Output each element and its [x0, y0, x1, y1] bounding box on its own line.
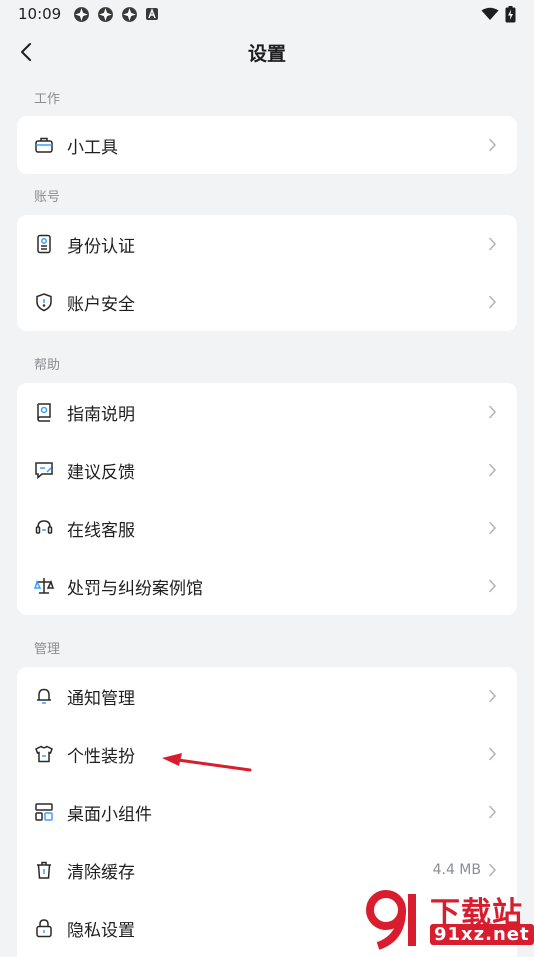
annotation-arrow-icon — [162, 753, 252, 772]
settings-item-tools[interactable]: 小工具 — [17, 116, 517, 174]
page-title: 设置 — [247, 42, 286, 65]
card-work: 小工具 — [17, 116, 517, 174]
status-time: 10:09 — [18, 5, 62, 23]
settings-item-label: 桌面小组件 — [67, 804, 152, 825]
settings-item-label: 在线客服 — [67, 520, 135, 541]
shirt-icon — [33, 743, 55, 765]
chevron-right-icon — [485, 405, 499, 419]
chevron-right-icon — [485, 863, 499, 877]
nav-bar: 设置 — [0, 28, 534, 76]
cache-size-value: 4.4 MB — [432, 862, 481, 878]
chevron-right-icon — [485, 579, 499, 593]
watermark: 下载站 91xz.net — [360, 888, 534, 950]
settings-item-label: 处罚与纠纷案例馆 — [67, 578, 203, 599]
status-bar: 10:09 — [0, 0, 534, 28]
settings-item-feedback[interactable]: 建议反馈 — [17, 441, 517, 499]
app-notification-icon — [122, 6, 138, 22]
a-badge-icon — [146, 8, 159, 20]
trash-icon — [33, 859, 55, 881]
back-arrow-icon — [21, 43, 31, 61]
chevron-right-icon — [485, 805, 499, 819]
settings-item-label: 清除缓存 — [67, 862, 135, 883]
id-card-icon — [33, 233, 55, 255]
app-notification-icon — [74, 6, 90, 22]
settings-item-notifications[interactable]: 通知管理 — [17, 667, 517, 725]
back-button[interactable] — [12, 38, 40, 66]
settings-item-label: 通知管理 — [67, 688, 135, 709]
settings-item-label: 建议反馈 — [67, 462, 135, 483]
card-account: 身份认证 账户安全 — [17, 215, 517, 331]
settings-item-label: 指南说明 — [67, 404, 135, 425]
chevron-right-icon — [485, 237, 499, 251]
settings-item-guide[interactable]: 指南说明 — [17, 383, 517, 441]
settings-item-customer-service[interactable]: 在线客服 — [17, 499, 517, 557]
section-label-manage: 管理 — [34, 642, 61, 657]
section-label-account: 账号 — [34, 190, 61, 205]
chevron-right-icon — [485, 747, 499, 761]
scales-icon — [33, 575, 55, 597]
settings-item-account-security[interactable]: 账户安全 — [17, 273, 517, 331]
chevron-right-icon — [485, 521, 499, 535]
headset-icon — [33, 517, 55, 539]
shield-icon — [33, 291, 55, 313]
lock-icon — [33, 917, 55, 939]
settings-item-label: 账户安全 — [67, 294, 135, 315]
settings-item-personalization[interactable]: 个性装扮 — [17, 725, 517, 783]
card-help: 指南说明 建议反馈 在线客服 处罚与纠纷案例馆 — [17, 383, 517, 615]
settings-item-desktop-widgets[interactable]: 桌面小组件 — [17, 783, 517, 841]
settings-item-label: 身份认证 — [67, 236, 135, 257]
chevron-right-icon — [485, 295, 499, 309]
widgets-icon — [33, 801, 55, 823]
guide-book-icon — [33, 401, 55, 423]
chevron-right-icon — [485, 138, 499, 152]
settings-item-dispute-cases[interactable]: 处罚与纠纷案例馆 — [17, 557, 517, 615]
wifi-icon — [481, 7, 499, 20]
settings-item-identity[interactable]: 身份认证 — [17, 215, 517, 273]
watermark-logo-icon — [366, 890, 416, 950]
watermark-url: 91xz.net — [430, 924, 534, 945]
settings-item-label: 小工具 — [67, 137, 118, 158]
battery-charging-icon — [505, 5, 516, 22]
status-right — [481, 5, 516, 23]
toolbox-icon — [33, 134, 55, 156]
section-label-work: 工作 — [34, 92, 61, 107]
chevron-right-icon — [485, 689, 499, 703]
notification-icons — [73, 6, 159, 23]
bell-icon — [33, 685, 55, 707]
section-label-help: 帮助 — [34, 358, 61, 373]
chevron-right-icon — [485, 463, 499, 477]
feedback-icon — [33, 459, 55, 481]
settings-item-label: 个性装扮 — [67, 746, 135, 767]
app-notification-icon — [98, 6, 114, 22]
